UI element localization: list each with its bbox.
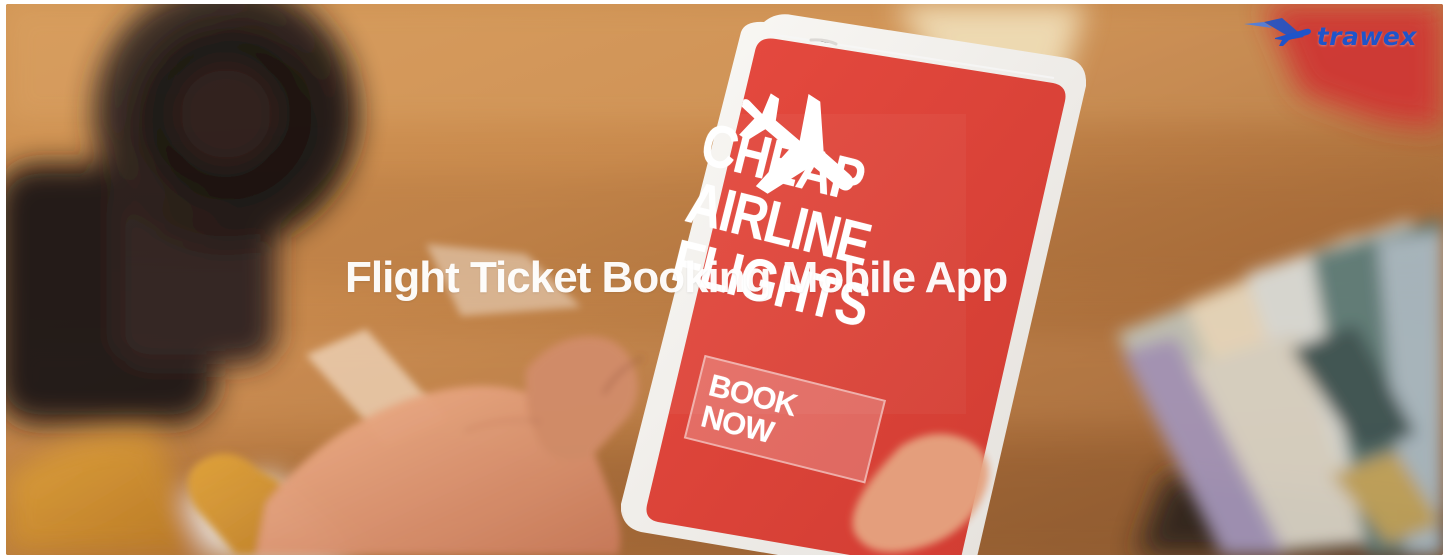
plane-logo-icon bbox=[1274, 28, 1311, 46]
brand-name: trawex bbox=[1316, 22, 1417, 51]
hero-title: Flight Ticket Booking Mobile App bbox=[345, 253, 1008, 302]
brand-logo: trawex bbox=[1274, 22, 1417, 51]
hero-banner: CHEAP AIRLINE FLIGHTS BOOK NOW trawex Fl… bbox=[6, 4, 1443, 555]
